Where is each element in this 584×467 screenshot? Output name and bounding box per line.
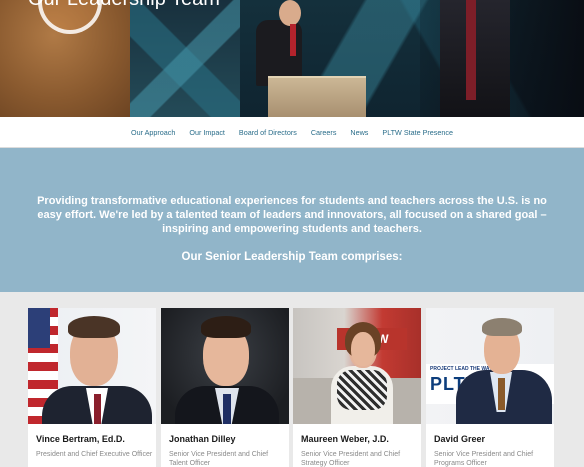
leader-name: Vince Bertram, Ed.D. [36, 434, 125, 444]
leader-card[interactable]: PLTW Maureen Weber, J.D. Senior Vice Pre… [293, 308, 421, 467]
nav-link-our-approach[interactable]: Our Approach [131, 128, 175, 137]
leader-card[interactable]: Jonathan Dilley Senior Vice President an… [161, 308, 289, 467]
leader-card[interactable]: PROJECT LEAD THE WAY PLTW David Greer Se… [426, 308, 554, 467]
leader-name: Jonathan Dilley [169, 434, 236, 444]
leader-title: President and Chief Executive Officer [36, 451, 153, 458]
intro-band: Providing transformative educational exp… [0, 148, 584, 292]
leader-name: Maureen Weber, J.D. [301, 434, 389, 444]
leader-name: David Greer [434, 434, 486, 444]
nav-link-our-impact[interactable]: Our Impact [189, 128, 225, 137]
speaker-head [279, 0, 301, 26]
leader-card[interactable]: Vince Bertram, Ed.D. President and Chief… [28, 308, 156, 467]
nav-link-news[interactable]: News [350, 128, 368, 137]
leader-photo [28, 308, 156, 424]
leader-photo [161, 308, 289, 424]
hero-background-geometric [130, 0, 240, 117]
leader-title: Senior Vice President and Chief Talent O… [169, 451, 269, 467]
section-nav: Our Approach Our Impact Board of Directo… [0, 117, 584, 148]
speaker-tie [290, 24, 296, 56]
leader-photo: PLTW [293, 308, 421, 424]
intro-paragraph: Providing transformative educational exp… [37, 195, 547, 235]
podium [268, 76, 366, 117]
leadership-cards: Vince Bertram, Ed.D. President and Chief… [28, 308, 554, 467]
nav-link-pltw-state-presence[interactable]: PLTW State Presence [382, 128, 453, 137]
senior-team-heading: Our Senior Leadership Team comprises: [181, 251, 403, 263]
leader-title: Senior Vice President and Chief Strategy… [301, 451, 401, 467]
foreground-person-tie [466, 0, 476, 100]
leader-title: Senior Vice President and Chief Programs… [434, 451, 534, 467]
nav-link-board-of-directors[interactable]: Board of Directors [239, 128, 297, 137]
page-title: Our Leadership Team [28, 0, 220, 11]
hero-banner: Our Leadership Team [0, 0, 584, 117]
nav-link-careers[interactable]: Careers [311, 128, 337, 137]
leader-photo: PROJECT LEAD THE WAY PLTW [426, 308, 554, 424]
